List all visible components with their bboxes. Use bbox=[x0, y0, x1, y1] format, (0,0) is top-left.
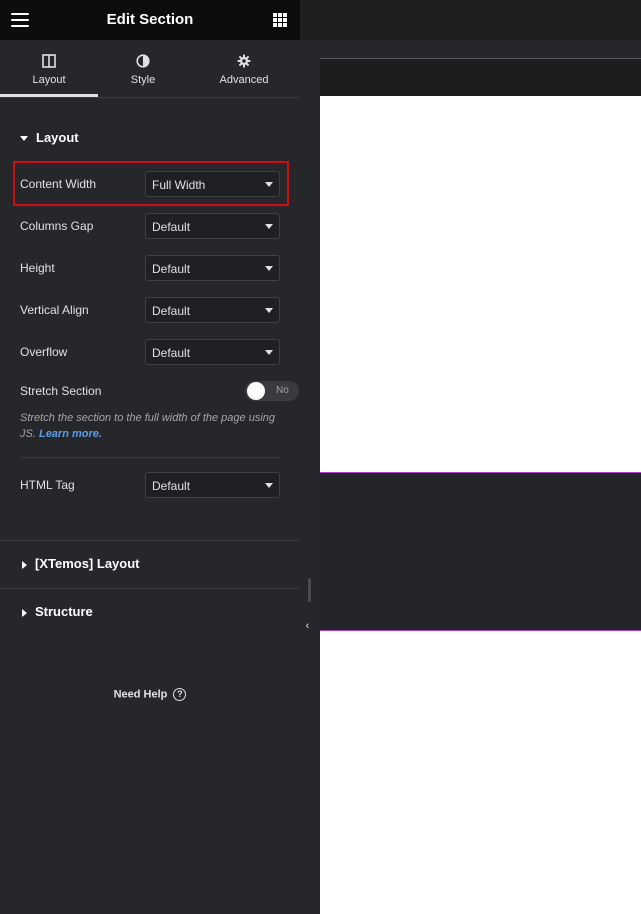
need-help-link[interactable]: Need Help? bbox=[0, 688, 300, 701]
columns-gap-label: Columns Gap bbox=[20, 219, 94, 233]
learn-more-link[interactable]: Learn more. bbox=[39, 428, 102, 440]
need-help-label: Need Help bbox=[113, 688, 168, 701]
contrast-icon bbox=[136, 54, 150, 68]
content-width-label: Content Width bbox=[20, 177, 97, 191]
panel-scrollbar[interactable] bbox=[308, 578, 311, 602]
control-overflow: Overflow Default bbox=[20, 339, 280, 365]
toggle-state-label: No bbox=[276, 385, 289, 396]
html-tag-value: Default bbox=[152, 479, 191, 493]
control-stretch-section: Stretch Section No bbox=[20, 381, 299, 407]
caret-right-icon bbox=[22, 608, 27, 617]
preview-top-bar bbox=[300, 0, 641, 40]
control-height: Height Default bbox=[20, 255, 280, 281]
content-width-value: Full Width bbox=[152, 178, 206, 192]
columns-icon bbox=[42, 54, 56, 68]
section-separator bbox=[0, 588, 300, 589]
chevron-down-icon bbox=[265, 308, 273, 313]
preview-header-section[interactable] bbox=[320, 58, 641, 97]
overflow-select[interactable]: Default bbox=[145, 339, 280, 365]
chevron-down-icon bbox=[265, 266, 273, 271]
tab-layout[interactable]: Layout bbox=[0, 40, 98, 97]
tab-style[interactable]: Style bbox=[98, 40, 188, 97]
stretch-section-label: Stretch Section bbox=[20, 384, 102, 398]
panel-tabs: Layout Style Advanced bbox=[0, 40, 300, 98]
tab-advanced[interactable]: Advanced bbox=[188, 40, 300, 97]
section-layout-title: Layout bbox=[36, 130, 79, 145]
content-width-select[interactable]: Full Width bbox=[145, 171, 280, 197]
html-tag-select[interactable]: Default bbox=[145, 472, 280, 498]
section-layout-toggle[interactable]: Layout bbox=[20, 130, 320, 145]
chevron-down-icon bbox=[265, 224, 273, 229]
height-select[interactable]: Default bbox=[145, 255, 280, 281]
collapse-panel-button[interactable]: ‹ bbox=[300, 602, 315, 650]
caret-right-icon bbox=[22, 560, 27, 569]
section-separator bbox=[0, 540, 300, 541]
stretch-section-toggle[interactable]: No bbox=[245, 381, 299, 401]
tab-style-label: Style bbox=[130, 74, 156, 86]
overflow-value: Default bbox=[152, 346, 191, 360]
control-columns-gap: Columns Gap Default bbox=[20, 213, 280, 239]
editor-panel: Edit Section Layout Style Advanced Layou… bbox=[0, 0, 300, 914]
vertical-align-label: Vertical Align bbox=[20, 303, 89, 317]
section-xtemos-layout-toggle[interactable]: [XTemos] Layout bbox=[22, 556, 322, 571]
toggle-knob bbox=[247, 382, 265, 400]
widgets-grid-icon[interactable] bbox=[273, 13, 287, 27]
overflow-label: Overflow bbox=[20, 345, 68, 359]
question-circle-icon: ? bbox=[173, 688, 187, 701]
section-xtemos-layout-title: [XTemos] Layout bbox=[35, 556, 140, 571]
stretch-section-description: Stretch the section to the full width of… bbox=[20, 410, 285, 442]
preview-selected-section[interactable] bbox=[320, 472, 641, 631]
chevron-down-icon bbox=[265, 483, 273, 488]
chevron-down-icon bbox=[265, 182, 273, 187]
control-content-width: Content Width Full Width bbox=[20, 171, 280, 197]
height-value: Default bbox=[152, 262, 191, 276]
caret-down-icon bbox=[20, 136, 28, 142]
section-structure-toggle[interactable]: Structure bbox=[22, 604, 322, 619]
columns-gap-select[interactable]: Default bbox=[145, 213, 280, 239]
section-structure-title: Structure bbox=[35, 604, 93, 619]
divider bbox=[20, 457, 280, 458]
control-vertical-align: Vertical Align Default bbox=[20, 297, 280, 323]
tab-advanced-label: Advanced bbox=[219, 74, 269, 86]
preview-gap bbox=[300, 40, 641, 58]
vertical-align-value: Default bbox=[152, 304, 191, 318]
panel-title: Edit Section bbox=[106, 11, 194, 28]
html-tag-label: HTML Tag bbox=[20, 478, 75, 492]
height-label: Height bbox=[20, 261, 55, 275]
vertical-align-select[interactable]: Default bbox=[145, 297, 280, 323]
preview-canvas-lower[interactable] bbox=[320, 631, 641, 914]
tab-layout-label: Layout bbox=[32, 74, 66, 86]
control-html-tag: HTML Tag Default bbox=[20, 472, 280, 498]
panel-header: Edit Section bbox=[0, 0, 300, 40]
preview-canvas[interactable] bbox=[320, 96, 641, 472]
chevron-left-icon: ‹ bbox=[305, 620, 310, 632]
chevron-down-icon bbox=[265, 350, 273, 355]
gear-icon bbox=[237, 54, 251, 68]
columns-gap-value: Default bbox=[152, 220, 191, 234]
